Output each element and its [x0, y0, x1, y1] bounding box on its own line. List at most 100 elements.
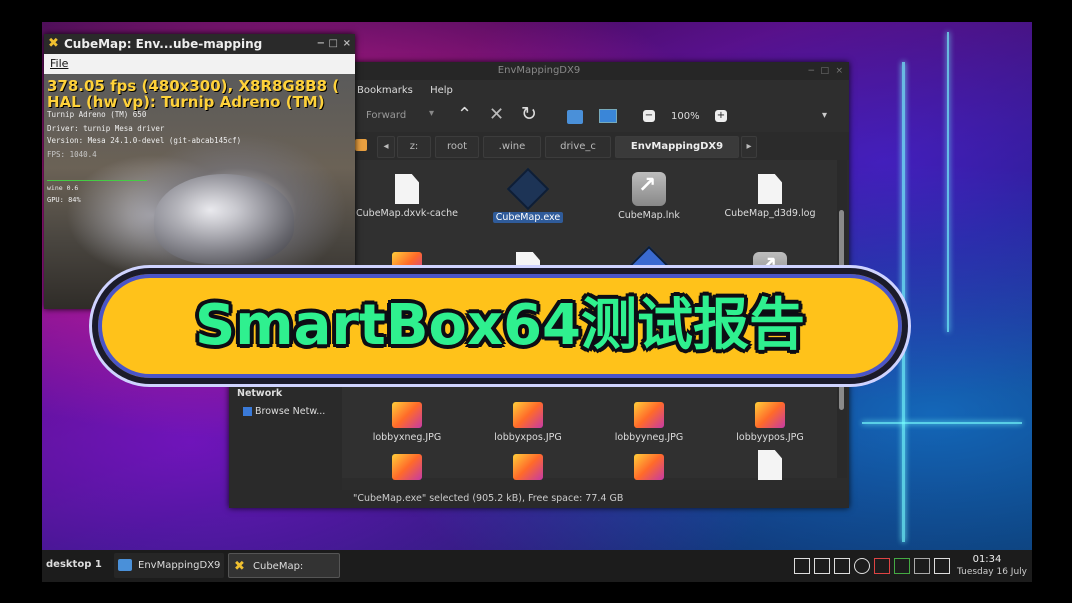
image-icon [755, 402, 785, 428]
network-icon [243, 407, 252, 416]
path-crumb-envmappingdx9[interactable]: EnvMappingDX9 [615, 136, 739, 158]
hud-fps-small: FPS: 1040.4 [47, 150, 97, 159]
path-crumb-drive-c[interactable]: drive_c [545, 136, 611, 158]
path-crumb-z[interactable]: z: [397, 136, 431, 158]
toolbar-menu-icon[interactable]: ▾ [822, 110, 827, 121]
sidebar-item-label: Browse Netw... [255, 406, 326, 417]
path-forward-arrow[interactable]: ▸ [741, 136, 757, 158]
zoom-out-icon[interactable]: − [643, 110, 655, 122]
tray-icon[interactable] [814, 558, 830, 574]
folder-icon[interactable] [567, 110, 583, 124]
file-label: CubeMap_d3d9.log [724, 208, 816, 219]
tray-icon[interactable] [834, 558, 850, 574]
path-crumb-wine[interactable]: .wine [483, 136, 541, 158]
tray-icon[interactable] [894, 558, 910, 574]
file-label: CubeMap.dxvk-cache [356, 208, 458, 219]
hud-renderer: Turnip Adreno (TM) 650 [47, 110, 147, 119]
taskbar: desktop 1 EnvMappingDX9 ✖ CubeMap: Envir… [42, 550, 1032, 582]
wine-x-icon: ✖ [48, 36, 59, 51]
status-bar: "CubeMap.exe" selected (905.2 kB), Free … [229, 490, 849, 508]
menu-bookmarks[interactable]: Bookmarks [357, 85, 413, 96]
forward-button[interactable]: Forward [366, 110, 406, 121]
document-icon [758, 174, 782, 204]
folder-icon [118, 559, 132, 571]
tray-icon[interactable] [794, 558, 810, 574]
maximize-button[interactable]: □ [329, 34, 338, 54]
drive-icon[interactable] [355, 139, 367, 151]
file-label: lobbyypos.JPG [736, 432, 804, 443]
wine-x-icon: ✖ [234, 559, 245, 574]
neon-stripe [947, 32, 949, 332]
wine-glass-icon[interactable] [874, 558, 890, 574]
title-banner: SmartBox64测试报告 [92, 268, 908, 384]
computer-icon[interactable] [599, 109, 617, 123]
neon-stripe [862, 422, 1022, 424]
minimize-button[interactable]: − [317, 34, 325, 54]
clock-time[interactable]: 01:34 [967, 554, 1007, 565]
stop-icon[interactable]: ✕ [489, 104, 504, 125]
file-label: CubeMap.lnk [618, 210, 680, 221]
zoom-level: 100% [671, 111, 700, 122]
document-icon [758, 450, 782, 480]
file-item[interactable]: CubeMap_d3d9.log [715, 174, 825, 219]
reload-icon[interactable]: ↻ [521, 103, 537, 125]
image-icon [513, 402, 543, 428]
menu-file[interactable]: File [50, 57, 68, 70]
cubemap-title: CubeMap: Env...ube-mapping [64, 37, 263, 51]
chevron-down-icon[interactable]: ▾ [429, 108, 434, 119]
zoom-in-icon[interactable]: + [715, 110, 727, 122]
tray-icon[interactable] [854, 558, 870, 574]
file-label: lobbyxneg.JPG [372, 432, 442, 443]
banner-text: SmartBox64测试报告 [194, 293, 806, 358]
task-envmappingdx9[interactable]: EnvMappingDX9 [114, 553, 224, 578]
sidebar-item-browse-network[interactable]: Browse Netw... [243, 406, 325, 417]
teapot-reflection [154, 174, 294, 264]
cubemap-titlebar[interactable]: ✖ CubeMap: Env...ube-mapping − □ × [44, 34, 355, 54]
maximize-button[interactable]: □ [820, 62, 829, 80]
file-item[interactable] [352, 454, 462, 484]
file-item[interactable]: CubeMap.lnk [594, 172, 704, 221]
hud-hal-line: HAL (hw vp): Turnip Adreno (TM) [47, 93, 325, 111]
menu-help[interactable]: Help [430, 85, 453, 96]
file-label: lobbyxpos.JPG [494, 432, 562, 443]
hud-gpu: GPU: 84% [47, 196, 81, 204]
close-button[interactable]: × [343, 34, 351, 54]
image-icon [513, 454, 543, 480]
up-arrow-icon[interactable]: ⌃ [457, 104, 472, 125]
document-icon [395, 174, 419, 204]
file-item[interactable] [594, 454, 704, 484]
tray-icon[interactable] [914, 558, 930, 574]
path-crumb-root[interactable]: root [435, 136, 479, 158]
file-label: CubeMap.exe [492, 212, 564, 223]
file-item[interactable] [715, 450, 825, 484]
desktop-label[interactable]: desktop 1 [46, 559, 102, 570]
image-icon [634, 402, 664, 428]
file-item[interactable]: lobbyxneg.JPG [352, 402, 462, 443]
clock-date[interactable]: Tuesday 16 July [952, 567, 1032, 577]
task-label: EnvMappingDX9 [138, 560, 221, 571]
path-back-arrow[interactable]: ◂ [377, 136, 395, 158]
close-button[interactable]: × [835, 62, 843, 80]
image-icon [392, 402, 422, 428]
file-item[interactable]: lobbyyneg.JPG [594, 402, 704, 443]
task-cubemap[interactable]: ✖ CubeMap: Envir... [228, 553, 340, 578]
file-item[interactable]: lobbyypos.JPG [715, 402, 825, 443]
file-manager-title: EnvMappingDX9 [497, 65, 581, 76]
image-icon [392, 454, 422, 480]
hud-wine: wine 0.6 [47, 184, 79, 192]
executable-icon [506, 167, 550, 211]
hud-graph-line [47, 180, 147, 181]
cubemap-menubar: File [44, 54, 355, 74]
image-icon [634, 454, 664, 480]
task-label: CubeMap: Envir... [253, 561, 304, 572]
tray-icon[interactable] [934, 558, 950, 574]
file-item[interactable]: lobbyxpos.JPG [473, 402, 583, 443]
sidebar-heading-network: Network [237, 388, 283, 399]
file-item[interactable]: CubeMap.dxvk-cache [352, 174, 462, 219]
hud-version: Version: Mesa 24.1.0-devel (git-abcab145… [47, 136, 242, 145]
shortcut-icon [632, 172, 666, 206]
file-item-selected[interactable]: CubeMap.exe [473, 167, 583, 223]
file-label: lobbyyneg.JPG [614, 432, 684, 443]
minimize-button[interactable]: − [807, 62, 815, 80]
file-item[interactable] [473, 454, 583, 484]
